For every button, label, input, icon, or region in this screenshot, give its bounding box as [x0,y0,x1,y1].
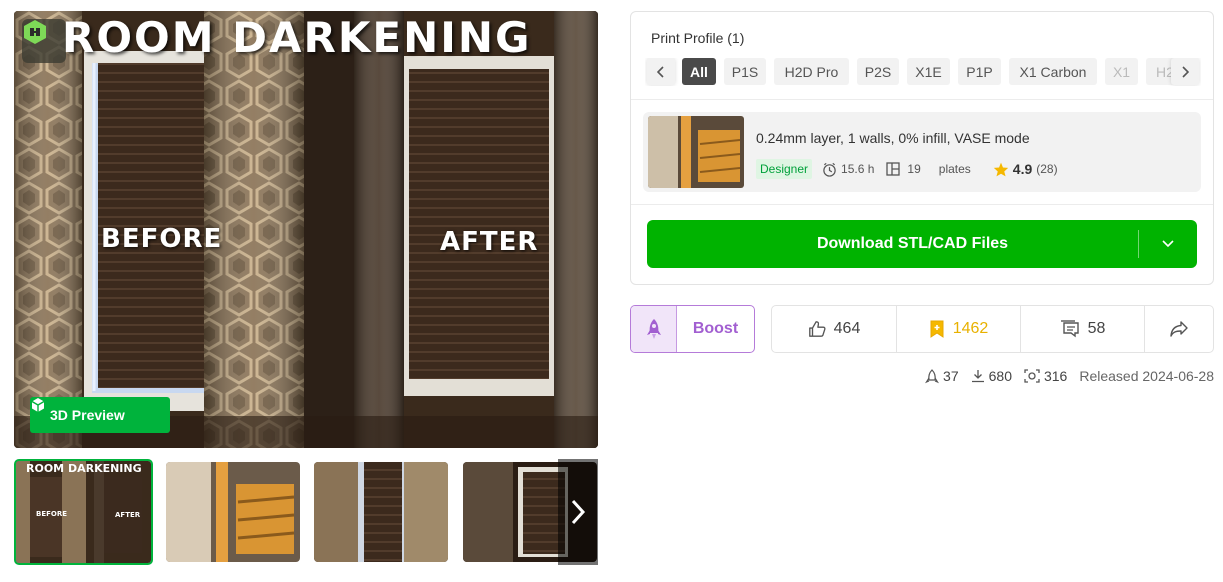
thumbnail-next-button[interactable] [558,459,598,565]
logo-icon [22,19,66,63]
thumbnail-strip: ROOM DARKENING BEFORE AFTER [14,459,598,565]
print-stat-value: 316 [1043,368,1068,384]
designer-badge: Designer [756,159,813,179]
bookmark-icon [930,320,944,338]
profile-name: 0.24mm layer, 1 walls, 0% infill, VASE m… [756,130,1030,146]
thumbnail-1[interactable]: ROOM DARKENING BEFORE AFTER [14,459,153,565]
collect-button[interactable]: 1462 [897,306,1021,352]
download-stat-value: 680 [988,368,1012,384]
plates-label: plates [938,162,971,176]
download-icon [971,370,984,383]
model-page: ROOM DARKENING BEFORE AFTER 3D Preview R… [0,0,1223,582]
thumbnail-2[interactable] [166,462,300,562]
boost-stat: 37 [925,368,959,384]
print-profile-card: Print Profile (1) All P1S H2D Pro P2S X1… [630,11,1214,285]
chip-all[interactable]: All [682,58,716,85]
chip-x1[interactable]: X1 [1105,58,1138,85]
profile-item[interactable]: 0.24mm layer, 1 walls, 0% infill, VASE m… [643,112,1201,192]
share-button[interactable] [1145,306,1213,352]
comment-button[interactable]: 58 [1021,306,1145,352]
print-icon [1024,369,1040,383]
profile-thumbnail [648,116,744,188]
print-time: 15.6 h [822,162,874,177]
profile-meta: Designer 15.6 h 19 plates 4.9 (28) [756,159,1070,179]
boost-button[interactable]: Boost [630,305,755,353]
download-button[interactable]: Download STL/CAD Files [647,220,1197,268]
download-stat: 680 [971,368,1012,384]
chips-next-button[interactable] [1171,58,1199,85]
thumbnail-2-image [166,462,300,562]
download-label: Download STL/CAD Files [816,235,1009,252]
share-icon [1170,321,1188,337]
print-stat: 316 [1024,368,1067,384]
collect-count: 1462 [952,320,989,337]
chips-prev-button[interactable] [647,58,675,85]
clock-icon [823,162,836,177]
like-count: 464 [833,320,861,337]
cube-icon [31,398,45,412]
boost-label: Boost [692,320,739,337]
hero-image[interactable]: ROOM DARKENING BEFORE AFTER 3D Preview [14,11,598,448]
print-time-value: 15.6 h [841,162,875,176]
printer-filter-chips: All P1S H2D Pro P2S X1E P1P X1 Carbon X1… [645,58,1201,86]
chip-p2s[interactable]: P2S [857,58,899,85]
thumbnail-1-before: BEFORE [36,510,68,518]
plates-count: 19 plates [886,162,971,176]
rocket-outline-icon [925,368,940,383]
card-divider [631,99,1213,100]
chip-h2d-pro[interactable]: H2D Pro [774,58,849,85]
hero-after-label: AFTER [440,227,539,257]
model-stats: 37 680 316 Released 2024-06-28 [913,368,1214,384]
chevron-right-icon [571,499,586,525]
3d-preview-button[interactable]: 3D Preview [30,397,170,433]
thumbnail-1-after: AFTER [115,511,141,519]
chip-p1p[interactable]: P1P [958,58,1001,85]
hero-before-label: BEFORE [101,224,223,254]
chip-x1-carbon[interactable]: X1 Carbon [1009,58,1097,85]
star-icon [993,162,1008,176]
card-divider [631,204,1213,205]
chevron-down-icon [1162,240,1174,248]
comment-count: 58 [1087,320,1106,337]
plates-count-value: 19 [907,162,921,176]
comment-icon [1060,320,1079,338]
print-profile-title: Print Profile (1) [651,30,745,46]
chevron-right-icon [1182,65,1189,78]
like-button[interactable]: 464 [772,306,897,352]
rating-value: 4.9 [1012,161,1033,177]
chevron-left-icon [657,65,664,78]
thumbnail-3[interactable] [314,462,448,562]
thumbnail-1-title: ROOM DARKENING [26,462,142,475]
chip-p1s[interactable]: P1S [724,58,766,85]
thumbs-up-icon [808,321,826,337]
plates-icon [886,162,901,176]
thumbnail-3-image [314,462,448,562]
rocket-icon [631,306,677,352]
rating-count: (28) [1036,162,1058,176]
action-bar: 464 1462 58 [771,305,1214,353]
download-options-button[interactable] [1139,240,1197,248]
3d-preview-label: 3D Preview [50,407,125,423]
chip-x1e[interactable]: X1E [907,58,950,85]
hero-title: ROOM DARKENING [62,13,532,62]
profile-rating: 4.9 (28) [993,161,1058,177]
boost-stat-value: 37 [943,368,959,384]
release-date: Released 2024-06-28 [1079,368,1214,384]
